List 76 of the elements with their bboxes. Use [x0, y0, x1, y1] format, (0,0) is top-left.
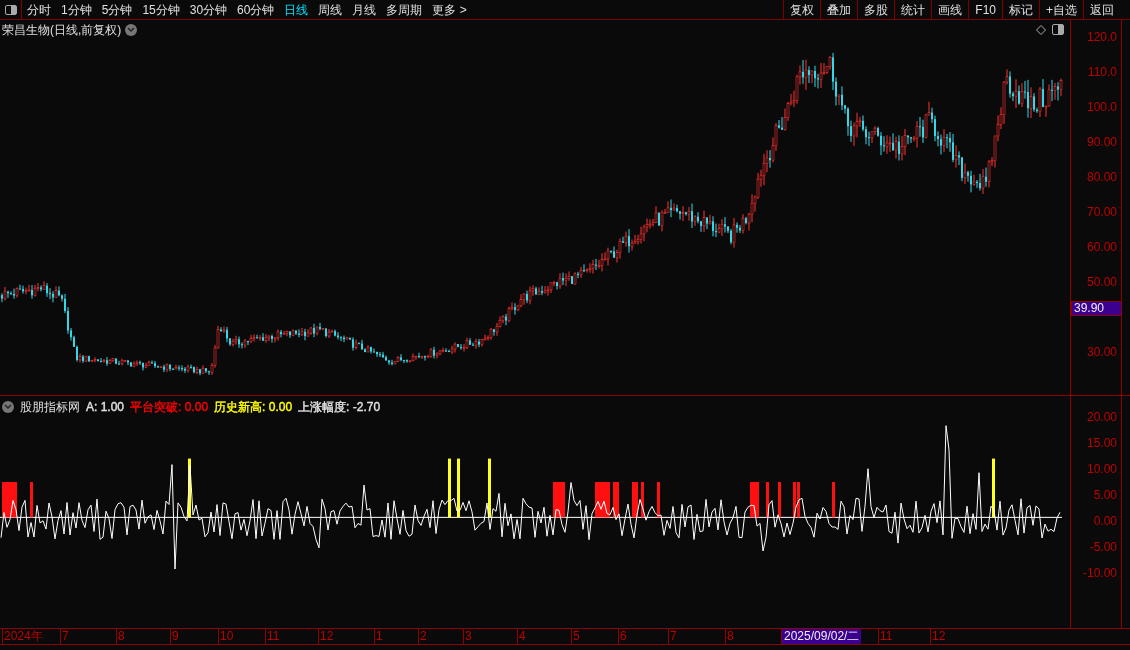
date-label: 7 [668, 629, 677, 644]
date-label: 2024年 [2, 629, 43, 644]
price-label: 90.00 [1086, 136, 1117, 148]
new-high-signal-bar [457, 458, 460, 518]
toolbar-button[interactable]: 多股 [857, 0, 895, 20]
indicator-axis-label: 5.00 [1093, 489, 1117, 501]
date-label: 4 [517, 629, 526, 644]
period-tab[interactable]: 日线 [279, 0, 314, 19]
toolbar-button[interactable]: F10 [968, 0, 1002, 20]
indicator-axis-label: 20.00 [1086, 411, 1117, 423]
breakout-signal-bar [832, 482, 835, 518]
date-label: 2 [418, 629, 427, 644]
date-label: 5 [571, 629, 580, 644]
date-label: 9 [170, 629, 179, 644]
indicator-axis-label: 15.00 [1086, 437, 1117, 449]
period-tab[interactable]: 更多 > [427, 0, 472, 19]
toolbar-button[interactable]: +自选 [1039, 0, 1083, 20]
toolbar-button[interactable]: 返回 [1083, 0, 1120, 20]
price-label: 100.0 [1086, 101, 1117, 113]
stock-title: 荣昌生物(日线,前复权) [2, 22, 122, 39]
breakout-signal-bar [766, 482, 769, 518]
diamond-icon[interactable] [1036, 25, 1046, 35]
indicator-value: 平台突破: 0.00 [130, 399, 209, 416]
new-high-signal-bar [188, 458, 191, 518]
price-label: 50.00 [1086, 276, 1117, 288]
dropdown-icon[interactable] [2, 401, 14, 413]
indicator-axis-label: 10.00 [1086, 463, 1117, 475]
price-label: 70.00 [1086, 206, 1117, 218]
period-tab[interactable]: 30分钟 [184, 0, 233, 19]
date-label: 1 [374, 629, 383, 644]
period-tab[interactable]: 周线 [313, 0, 348, 19]
price-label: 110.0 [1087, 66, 1117, 78]
price-label: 120.0 [1086, 31, 1117, 43]
period-tab[interactable]: 5分钟 [96, 0, 138, 19]
indicator-axis-label: -5.00 [1089, 541, 1117, 553]
period-tab[interactable]: 1分钟 [56, 0, 97, 19]
date-label: 8 [116, 629, 125, 644]
price-label: 80.00 [1086, 171, 1117, 183]
date-label: 8 [725, 629, 734, 644]
period-tab[interactable]: 多周期 [381, 0, 428, 19]
new-high-signal-bar [992, 458, 995, 518]
date-label: 11 [265, 629, 280, 644]
indicator-axis-label: -10.00 [1082, 567, 1117, 579]
indicator-value: 历史新高: 0.00 [214, 399, 293, 416]
date-label: 6 [618, 629, 627, 644]
period-tab[interactable]: 月线 [347, 0, 382, 19]
price-label: 60.00 [1086, 241, 1117, 253]
date-label: 12 [930, 629, 946, 644]
period-tab[interactable]: 分时 [22, 0, 56, 19]
period-tab[interactable]: 60分钟 [232, 0, 280, 19]
date-label: 7 [60, 629, 69, 644]
dropdown-icon[interactable] [125, 24, 138, 36]
indicator-axis-label: 0.00 [1093, 515, 1117, 527]
breakout-signal-bar [778, 482, 781, 518]
current-price-badge: 39.90 [1071, 301, 1122, 316]
date-label: 11 [878, 629, 893, 644]
panel-toggle-icon[interactable] [1052, 24, 1064, 35]
toolbar-button[interactable]: 复权 [783, 0, 821, 20]
toolbar-button[interactable]: 叠加 [820, 0, 858, 20]
breakout-signal-bar [641, 482, 644, 518]
breakout-signal-bar [657, 482, 660, 518]
date-label: 2025/09/02/二 [781, 629, 862, 644]
price-label: 30.00 [1086, 346, 1117, 358]
indicator-value: A: 1.00 [86, 399, 125, 416]
toolbar-button[interactable]: 画线 [931, 0, 969, 20]
date-label: 10 [218, 629, 234, 644]
breakout-signal-bar [30, 482, 33, 518]
indicator-value: 上涨幅度: -2.70 [298, 399, 381, 416]
period-tab[interactable]: 15分钟 [137, 0, 185, 19]
date-label: 3 [463, 629, 472, 644]
toolbar-button[interactable]: 统计 [894, 0, 932, 20]
new-high-signal-bar [448, 458, 451, 518]
new-high-signal-bar [488, 458, 491, 518]
toolbar-button[interactable]: 标记 [1002, 0, 1039, 20]
date-label: 12 [318, 629, 334, 644]
indicator-name: 股朋指标网 [20, 399, 80, 416]
